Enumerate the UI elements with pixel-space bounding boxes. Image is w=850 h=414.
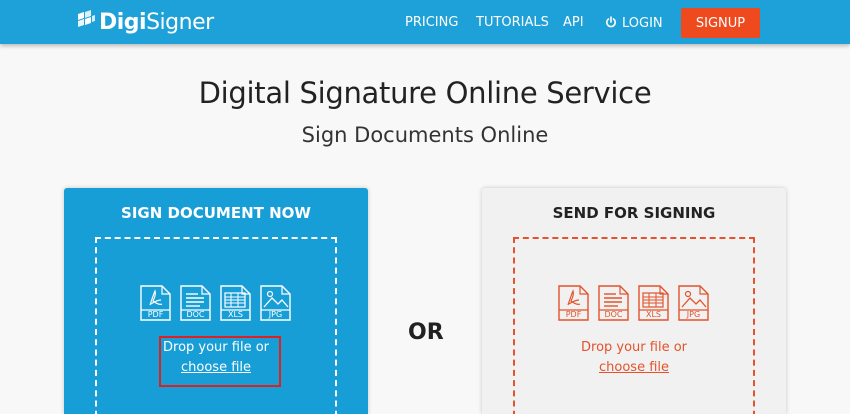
doc-label: DOC (186, 310, 205, 319)
nav-pricing[interactable]: PRICING (405, 16, 458, 30)
send-panel-title: SEND FOR SIGNING (552, 204, 716, 222)
power-icon (605, 16, 622, 32)
logo-text: DigiSigner (99, 9, 214, 35)
doc-file-icon: DOC (180, 285, 211, 321)
sign-panel-title: SIGN DOCUMENT NOW (121, 204, 311, 222)
sign-dropzone[interactable]: PDF DOC XLS JPG Drop your file or choose… (95, 237, 337, 414)
xls-label: XLS (645, 310, 661, 319)
signup-button[interactable]: SIGNUP (681, 8, 760, 38)
nav-login-label: LOGIN (622, 16, 663, 31)
page-title: Digital Signature Online Service (198, 76, 652, 110)
nav-login[interactable]: LOGIN (605, 16, 663, 32)
send-drop-text: Drop your file or (581, 340, 687, 355)
pdf-label: PDF (147, 310, 164, 319)
doc-file-icon: DOC (598, 285, 629, 321)
page-subtitle: Sign Documents Online (301, 123, 549, 147)
logo[interactable]: DigiSigner (76, 9, 214, 35)
xls-file-icon: XLS (220, 285, 251, 321)
pdf-file-icon: PDF (140, 285, 171, 321)
xls-label: XLS (227, 310, 243, 319)
or-divider-text: OR (408, 320, 444, 345)
xls-file-icon: XLS (638, 285, 669, 321)
file-type-icons: PDF DOC XLS JPG (140, 285, 300, 321)
highlight-box (159, 336, 281, 387)
sign-document-panel: SIGN DOCUMENT NOW PDF DOC XLS JPG Drop y… (64, 188, 368, 414)
pdf-file-icon: PDF (558, 285, 589, 321)
jpg-file-icon: JPG (678, 285, 709, 321)
pdf-label: PDF (565, 310, 582, 319)
send-choose-file-link[interactable]: choose file (515, 360, 753, 375)
jpg-file-icon: JPG (260, 285, 291, 321)
nav-api[interactable]: API (563, 16, 584, 30)
top-navigation-bar: DigiSigner PRICING TUTORIALS API LOGIN S… (0, 0, 850, 44)
send-dropzone[interactable]: PDF DOC XLS JPG Drop your file or choose… (513, 237, 755, 414)
doc-label: DOC (604, 310, 623, 319)
digisigner-logo-icon (76, 9, 99, 35)
nav-tutorials[interactable]: TUTORIALS (476, 16, 549, 30)
jpg-label: JPG (268, 310, 283, 319)
jpg-label: JPG (686, 310, 701, 319)
file-type-icons: PDF DOC XLS JPG (558, 285, 718, 321)
send-for-signing-panel: SEND FOR SIGNING PDF DOC XLS JPG Drop yo… (482, 188, 786, 414)
